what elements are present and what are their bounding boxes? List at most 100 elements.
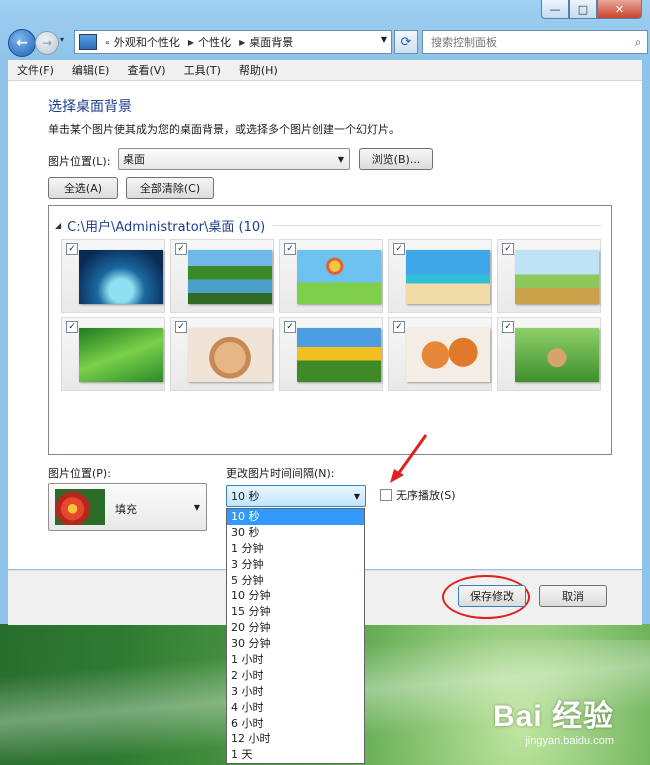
shuffle-option[interactable]: 无序播放(S) xyxy=(380,487,456,503)
interval-option[interactable]: 5 分钟 xyxy=(227,573,364,589)
interval-value: 10 秒 xyxy=(231,490,260,503)
save-changes-button[interactable]: 保存修改 xyxy=(458,585,526,607)
recent-pages-dropdown-icon[interactable]: ▾ xyxy=(60,35,64,44)
search-box[interactable]: ⌕ xyxy=(422,30,648,54)
hamster-rope-image xyxy=(515,328,599,382)
interval-option[interactable]: 30 分钟 xyxy=(227,636,364,652)
address-dropdown-icon[interactable]: ▼ xyxy=(381,35,387,44)
picture-gallery: ◢ C:\用户\Administrator\桌面 (10) ✓ ✓ ✓ ✓ ✓ … xyxy=(48,205,612,455)
checkbox-checked-icon[interactable]: ✓ xyxy=(502,321,514,333)
menu-help[interactable]: 帮助(H) xyxy=(230,62,287,78)
menu-file[interactable]: 文件(F) xyxy=(8,62,63,78)
cancel-button[interactable]: 取消 xyxy=(539,585,607,607)
checkbox-checked-icon[interactable]: ✓ xyxy=(284,321,296,333)
checkbox-checked-icon[interactable]: ✓ xyxy=(393,243,405,255)
window-controls: — □ ✕ xyxy=(541,0,642,19)
page-title: 选择桌面背景 xyxy=(48,99,132,115)
checkbox-checked-icon[interactable]: ✓ xyxy=(175,321,187,333)
puppy-image xyxy=(188,328,272,382)
picture-location-select[interactable]: 桌面 ▼ xyxy=(118,148,350,170)
wallpaper-thumbnail[interactable]: ✓ xyxy=(279,239,383,313)
interval-option[interactable]: 4 小时 xyxy=(227,700,364,716)
breadcrumb-separator-icon[interactable]: ▶ xyxy=(239,38,245,47)
checkbox-checked-icon[interactable]: ✓ xyxy=(66,243,78,255)
close-button[interactable]: ✕ xyxy=(597,0,642,19)
maximize-button[interactable]: □ xyxy=(569,0,597,19)
picture-position-select[interactable]: 填充 ▼ xyxy=(48,483,207,531)
interval-option[interactable]: 1 分钟 xyxy=(227,541,364,557)
wallpaper-thumbnail[interactable]: ✓ xyxy=(497,239,601,313)
interval-option[interactable]: 10 秒 xyxy=(227,509,364,525)
interval-option[interactable]: 1 小时 xyxy=(227,652,364,668)
browse-button[interactable]: 浏览(B)... xyxy=(359,148,433,170)
breadcrumb-appearance[interactable]: 外观和个性化 xyxy=(114,34,180,50)
baidu-jingyan-watermark: Bai 经验 jingyan.baidu.com xyxy=(493,691,614,747)
checkbox-checked-icon[interactable]: ✓ xyxy=(66,321,78,333)
interval-label: 更改图片时间间隔(N): xyxy=(226,467,335,480)
menu-view[interactable]: 查看(V) xyxy=(118,62,174,78)
interval-dropdown-list: 10 秒 30 秒1 分钟 3 分钟 5 分钟 10 分钟 15 分钟 20 分钟 30 分钟… xyxy=(226,508,365,764)
interval-select[interactable]: 10 秒 ▼ xyxy=(226,485,366,507)
wallpaper-thumbnail[interactable]: ✓ xyxy=(279,317,383,391)
search-icon[interactable]: ⌕ xyxy=(629,35,647,50)
picture-position-value: 填充 xyxy=(115,503,137,516)
interval-option[interactable]: 6 小时 xyxy=(227,716,364,732)
watermark-main: Bai 经验 xyxy=(492,700,614,733)
fill-preview-image xyxy=(55,489,105,525)
interval-option[interactable]: 20 分钟 xyxy=(227,620,364,636)
wallpaper-thumbnail[interactable]: ✓ xyxy=(61,317,165,391)
content-area: 选择桌面背景 单击某个图片使其成为您的桌面背景，或选择多个图片创建一个幻灯片。 … xyxy=(8,81,642,569)
wheat-sky-image xyxy=(515,250,599,304)
tree-island-image xyxy=(79,250,163,304)
collapse-triangle-icon[interactable]: ◢ xyxy=(55,221,61,230)
interval-option[interactable]: 1 天 xyxy=(227,747,364,763)
forward-button[interactable]: → xyxy=(35,31,59,55)
navigation-bar: ← → ▾ « 外观和个性化 ▶ 个性化 ▶ 桌面背景 ▼ ⟳ ⌕ xyxy=(0,26,650,58)
interval-option[interactable]: 3 小时 xyxy=(227,684,364,700)
header-divider xyxy=(273,225,601,226)
minimize-button[interactable]: — xyxy=(541,0,569,19)
checkbox-checked-icon[interactable]: ✓ xyxy=(284,243,296,255)
refresh-button[interactable]: ⟳ xyxy=(394,30,418,54)
menu-edit[interactable]: 编辑(E) xyxy=(63,62,119,78)
page-description: 单击某个图片使其成为您的桌面背景，或选择多个图片创建一个幻灯片。 xyxy=(48,123,400,136)
breadcrumb-personalization[interactable]: 个性化 xyxy=(198,34,231,50)
watermark-sub: jingyan.baidu.com xyxy=(525,735,614,747)
menu-tools[interactable]: 工具(T) xyxy=(175,62,230,78)
interval-option[interactable]: 2 小时 xyxy=(227,668,364,684)
lake-trees-image xyxy=(188,250,272,304)
checkbox-checked-icon[interactable]: ✓ xyxy=(175,243,187,255)
picture-position-label: 图片位置(P): xyxy=(48,467,111,480)
wallpaper-thumbnail[interactable]: ✓ xyxy=(497,317,601,391)
picture-location-value: 桌面 xyxy=(123,153,145,166)
shuffle-checkbox[interactable] xyxy=(380,489,392,501)
interval-option[interactable]: 10 分钟 xyxy=(227,588,364,604)
checkbox-checked-icon[interactable]: ✓ xyxy=(502,243,514,255)
shuffle-label: 无序播放(S) xyxy=(396,489,456,502)
folder-group-header[interactable]: ◢ C:\用户\Administrator\桌面 (10) xyxy=(55,216,601,235)
wallpaper-thumbnail[interactable]: ✓ xyxy=(388,239,492,313)
control-panel-icon xyxy=(79,34,97,50)
address-bar[interactable]: « 外观和个性化 ▶ 个性化 ▶ 桌面背景 ▼ xyxy=(74,30,392,54)
clear-all-button[interactable]: 全部清除(C) xyxy=(126,177,214,199)
interval-option[interactable]: 12 小时 xyxy=(227,731,364,747)
checkbox-checked-icon[interactable]: ✓ xyxy=(393,321,405,333)
balloon-meadow-image xyxy=(297,250,381,304)
beach-palm-image xyxy=(406,250,490,304)
wallpaper-thumbnail[interactable]: ✓ xyxy=(170,239,274,313)
back-button[interactable]: ← xyxy=(8,29,36,57)
breadcrumb-desktop-background[interactable]: 桌面背景 xyxy=(249,34,293,50)
sunflowers-image xyxy=(297,328,381,382)
select-all-button[interactable]: 全选(A) xyxy=(48,177,118,199)
interval-option[interactable]: 15 分钟 xyxy=(227,604,364,620)
wallpaper-thumbnail[interactable]: ✓ xyxy=(61,239,165,313)
interval-option[interactable]: 3 分钟 xyxy=(227,557,364,573)
chevron-down-icon: ▼ xyxy=(337,154,344,164)
search-input[interactable] xyxy=(423,34,629,50)
address-prefix[interactable]: « xyxy=(105,38,110,47)
wallpaper-thumbnail[interactable]: ✓ xyxy=(388,317,492,391)
interval-option[interactable]: 30 秒 xyxy=(227,525,364,541)
breadcrumb-separator-icon[interactable]: ▶ xyxy=(188,38,194,47)
menu-bar: 文件(F) 编辑(E) 查看(V) 工具(T) 帮助(H) xyxy=(8,60,642,81)
wallpaper-thumbnail[interactable]: ✓ xyxy=(170,317,274,391)
